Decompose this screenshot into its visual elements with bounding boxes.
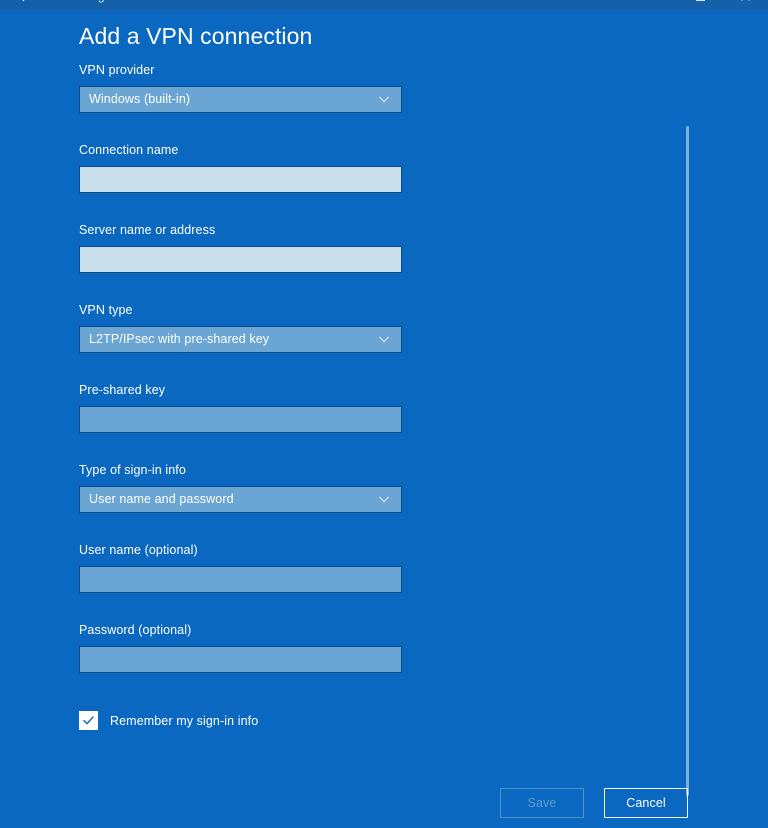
remember-sign-in-label: Remember my sign-in info (110, 713, 259, 728)
page-title: Add a VPN connection (79, 23, 313, 49)
sign-in-type-value: User name and password (89, 492, 234, 507)
save-button[interactable]: Save (500, 788, 584, 818)
field-server-name: Server name or address (79, 223, 402, 273)
chevron-down-icon (377, 492, 391, 506)
vpn-provider-value: Windows (built-in) (89, 92, 191, 107)
remember-sign-in-checkbox-row[interactable]: Remember my sign-in info (79, 711, 258, 730)
field-vpn-provider: VPN provider Windows (built-in) (79, 63, 402, 113)
minimize-icon[interactable] (633, 0, 678, 10)
label-password: Password (optional) (79, 623, 192, 637)
label-user-name: User name (optional) (79, 543, 198, 557)
field-password: Password (optional) (79, 623, 402, 673)
vpn-settings-page: Add a VPN connection VPN provider Window… (0, 10, 768, 828)
window-titlebar: Settings (0, 0, 768, 10)
field-pre-shared-key: Pre-shared key (79, 383, 402, 433)
checkmark-icon (83, 716, 94, 725)
field-connection-name: Connection name (79, 143, 402, 193)
field-sign-in-type: Type of sign-in info User name and passw… (79, 463, 402, 513)
vertical-scrollbar[interactable] (686, 126, 689, 796)
password-input[interactable] (79, 645, 402, 673)
chevron-down-icon (377, 92, 391, 106)
vpn-provider-dropdown[interactable]: Windows (built-in) (79, 85, 402, 113)
back-arrow-icon[interactable] (0, 0, 44, 10)
sign-in-type-dropdown[interactable]: User name and password (79, 485, 402, 513)
server-name-input[interactable] (79, 245, 402, 273)
label-pre-shared-key: Pre-shared key (79, 383, 166, 397)
label-server-name: Server name or address (79, 223, 216, 237)
close-icon[interactable] (723, 0, 768, 10)
field-vpn-type: VPN type L2TP/IPsec with pre-shared key (79, 303, 402, 353)
pre-shared-key-input[interactable] (79, 405, 402, 433)
vpn-type-value: L2TP/IPsec with pre-shared key (89, 332, 270, 347)
dialog-footer: Save Cancel (0, 779, 700, 828)
window-controls (633, 0, 768, 10)
remember-sign-in-checkbox[interactable] (79, 711, 98, 730)
chevron-down-icon (377, 332, 391, 346)
label-vpn-type: VPN type (79, 303, 133, 317)
window-title: Settings (66, 0, 111, 3)
label-connection-name: Connection name (79, 143, 179, 157)
label-vpn-provider: VPN provider (79, 63, 155, 77)
user-name-input[interactable] (79, 565, 402, 593)
label-sign-in-type: Type of sign-in info (79, 463, 186, 477)
connection-name-input[interactable] (79, 165, 402, 193)
vpn-form: VPN provider Windows (built-in) Connecti… (0, 63, 700, 796)
vpn-type-dropdown[interactable]: L2TP/IPsec with pre-shared key (79, 325, 402, 353)
cancel-button[interactable]: Cancel (604, 788, 688, 818)
field-user-name: User name (optional) (79, 543, 402, 593)
maximize-icon[interactable] (678, 0, 723, 10)
